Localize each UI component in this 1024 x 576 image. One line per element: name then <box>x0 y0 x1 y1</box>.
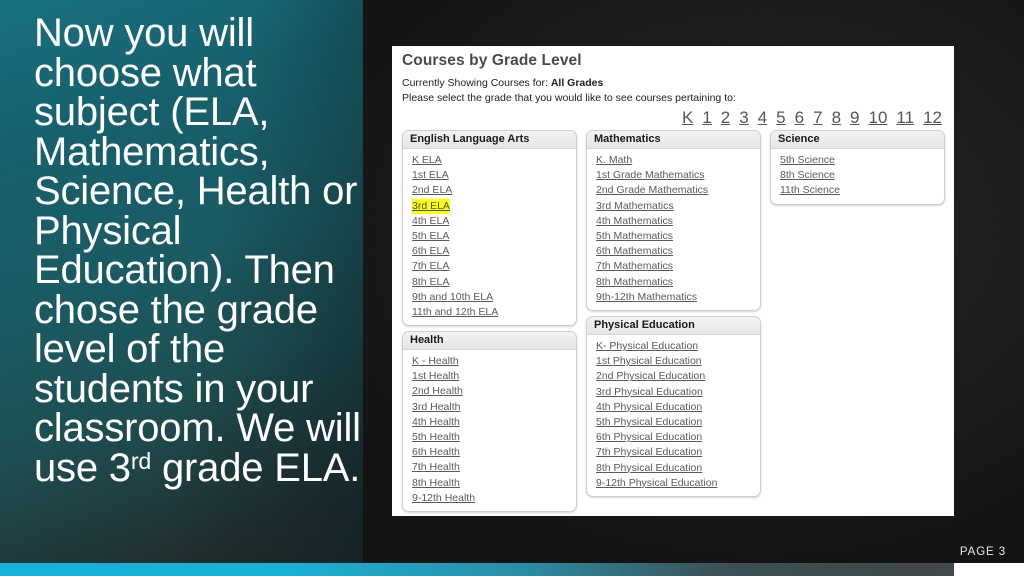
course-link[interactable]: 4th Mathematics <box>596 214 673 229</box>
instruction-text: Please select the grade that you would l… <box>402 92 736 104</box>
course-link[interactable]: 8th Physical Education <box>596 461 702 476</box>
currently-showing-value: All Grades <box>550 77 604 89</box>
card-title-physical-education: Physical Education <box>587 317 760 335</box>
grade-link-8[interactable]: 8 <box>832 108 841 127</box>
course-list-mathematics: K. Math 1st Grade Mathematics 2nd Grade Ma… <box>587 149 760 310</box>
course-link[interactable]: 8th ELA <box>412 275 449 290</box>
bottom-accent-bar-white-segment <box>954 563 1024 576</box>
slide-caption: Now you will choose what subject (ELA, M… <box>34 13 364 490</box>
subject-card-health: Health K - Health 1st Health 2nd Health 3rd… <box>402 331 577 513</box>
course-list-science: 5th Science 8th Science 11th Science <box>771 149 944 204</box>
card-title-mathematics: Mathematics <box>587 131 760 149</box>
course-link[interactable]: 1st Health <box>412 369 459 384</box>
course-link[interactable]: 2nd ELA <box>412 183 452 198</box>
grade-link-7[interactable]: 7 <box>813 108 822 127</box>
course-selector-app: Courses by Grade Level Currently Showing… <box>392 46 954 516</box>
grade-link-12[interactable]: 12 <box>923 108 942 127</box>
currently-showing-line: Currently Showing Courses for: All Grade… <box>402 77 603 89</box>
course-link[interactable]: 8th Mathematics <box>596 275 673 290</box>
course-link[interactable]: 1st Grade Mathematics <box>596 168 705 183</box>
course-link[interactable]: 4th Physical Education <box>596 400 702 415</box>
grade-selector-row[interactable]: K 1 2 3 4 5 6 7 8 9 10 11 12 <box>392 108 942 128</box>
course-link[interactable]: K- Physical Education <box>596 339 698 354</box>
course-link[interactable]: 9-12th Health <box>412 491 475 506</box>
course-link[interactable]: 4th Health <box>412 415 460 430</box>
course-link[interactable]: 2nd Physical Education <box>596 369 705 384</box>
grade-link-11[interactable]: 11 <box>896 108 914 127</box>
course-link[interactable]: 5th Science <box>780 153 835 168</box>
course-link[interactable]: 3rd Health <box>412 400 460 415</box>
grade-link-k[interactable]: K <box>682 108 693 127</box>
course-link[interactable]: K - Health <box>412 354 459 369</box>
course-link[interactable]: 8th Science <box>780 168 835 183</box>
course-link[interactable]: 6th Physical Education <box>596 430 702 445</box>
caption-ordinal-suffix: rd <box>130 447 152 474</box>
currently-showing-prefix: Currently Showing Courses for: <box>402 77 548 89</box>
course-link[interactable]: 3rd Mathematics <box>596 199 674 214</box>
course-link[interactable]: 9th-12th Mathematics <box>596 290 697 305</box>
card-title-ela: English Language Arts <box>403 131 576 149</box>
subject-card-physical-education: Physical Education K- Physical Education… <box>586 316 761 498</box>
card-title-health: Health <box>403 332 576 350</box>
course-list-health: K - Health 1st Health 2nd Health 3rd Health… <box>403 350 576 511</box>
caption-tail: grade ELA. <box>151 445 361 490</box>
course-link[interactable]: 2nd Health <box>412 384 463 399</box>
course-link[interactable]: 9th and 10th ELA <box>412 290 493 305</box>
course-link[interactable]: 5th ELA <box>412 229 449 244</box>
course-link[interactable]: 7th ELA <box>412 259 449 274</box>
course-link[interactable]: 7th Physical Education <box>596 445 702 460</box>
course-link[interactable]: 4th ELA <box>412 214 449 229</box>
course-link[interactable]: K ELA <box>412 153 442 168</box>
grade-link-4[interactable]: 4 <box>758 108 767 127</box>
page-number: PAGE 3 <box>959 546 1006 558</box>
course-link[interactable]: 6th ELA <box>412 244 449 259</box>
subject-card-science: Science 5th Science 8th Science 11th Scien… <box>770 130 945 205</box>
course-link[interactable]: 5th Health <box>412 430 460 445</box>
course-link[interactable]: 3rd ELA <box>412 198 450 214</box>
course-link[interactable]: 1st Physical Education <box>596 354 702 369</box>
course-link[interactable]: K. Math <box>596 153 632 168</box>
course-link[interactable]: 5th Mathematics <box>596 229 673 244</box>
course-link[interactable]: 3rd Physical Education <box>596 385 703 400</box>
course-link[interactable]: 7th Health <box>412 460 460 475</box>
subject-card-mathematics: Mathematics K. Math 1st Grade Mathematics… <box>586 130 761 312</box>
grade-link-2[interactable]: 2 <box>721 108 730 127</box>
subject-card-english-language-arts: English Language Arts K ELA 1st ELA 2nd EL… <box>402 130 577 327</box>
course-link[interactable]: 1st ELA <box>412 168 449 183</box>
caption-main: Now you will choose what subject (ELA, M… <box>34 11 372 490</box>
course-link[interactable]: 8th Health <box>412 476 460 491</box>
course-link[interactable]: 6th Health <box>412 445 460 460</box>
course-list-physical-education: K- Physical Education 1st Physical Educat… <box>587 335 760 496</box>
course-link[interactable]: 9-12th Physical Education <box>596 476 717 491</box>
course-link[interactable]: 6th Mathematics <box>596 244 673 259</box>
grade-link-6[interactable]: 6 <box>795 108 804 127</box>
grade-link-9[interactable]: 9 <box>850 108 859 127</box>
course-link[interactable]: 11th and 12th ELA <box>412 305 498 320</box>
card-title-science: Science <box>771 131 944 149</box>
grade-link-1[interactable]: 1 <box>702 108 711 127</box>
course-link[interactable]: 2nd Grade Mathematics <box>596 183 708 198</box>
course-link[interactable]: 11th Science <box>780 183 840 198</box>
app-title: Courses by Grade Level <box>402 52 582 69</box>
grade-link-5[interactable]: 5 <box>776 108 785 127</box>
grade-link-3[interactable]: 3 <box>739 108 748 127</box>
course-link[interactable]: 7th Mathematics <box>596 259 673 274</box>
course-list-ela: K ELA 1st ELA 2nd ELA 3rd ELA 4th ELA 5th ELA… <box>403 149 576 325</box>
grade-link-10[interactable]: 10 <box>869 108 888 127</box>
bottom-accent-bar <box>0 563 954 576</box>
slide-canvas: Now you will choose what subject (ELA, M… <box>0 0 1024 576</box>
course-link[interactable]: 5th Physical Education <box>596 415 702 430</box>
